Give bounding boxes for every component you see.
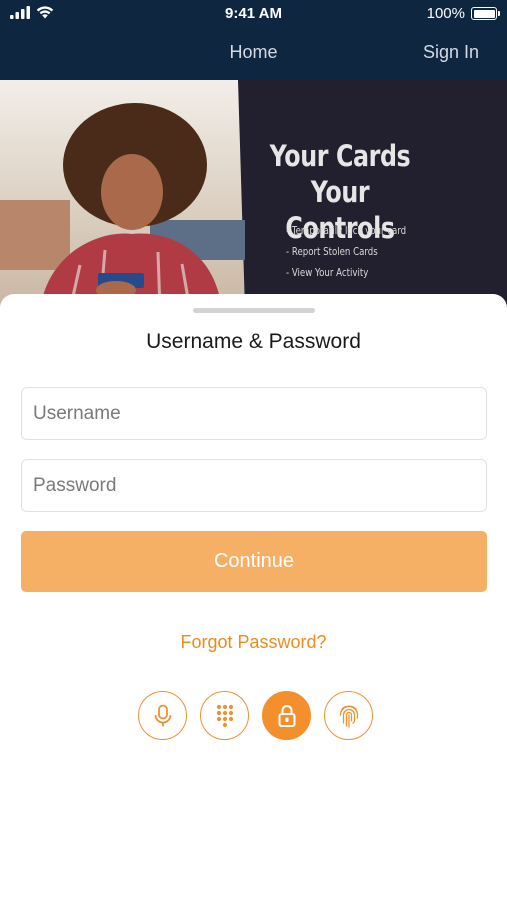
login-title: Username & Password — [146, 330, 361, 353]
status-right: 100% — [426, 5, 500, 22]
feature-item: - Temporarily lock your card — [286, 225, 407, 237]
tagline-line-1: Your Cards — [269, 139, 411, 173]
password-auth-button[interactable] — [262, 691, 311, 740]
battery-icon — [471, 7, 500, 20]
password-field[interactable] — [21, 459, 487, 512]
battery-percent: 100% — [426, 5, 465, 22]
forgot-password-link[interactable]: Forgot Password? — [0, 632, 507, 653]
microphone-icon — [154, 704, 171, 726]
feature-list: - Temporarily lock your card - Report St… — [286, 221, 406, 284]
nav-sign-in[interactable]: Sign In — [423, 42, 479, 63]
banner-photo — [0, 80, 245, 310]
top-bar: 9:41 AM 100% Home Sign In — [0, 0, 507, 80]
status-bar: 9:41 AM 100% — [0, 0, 507, 28]
username-field[interactable] — [21, 387, 487, 440]
feature-item: - Report Stolen Cards — [286, 246, 378, 258]
auth-method-row — [138, 691, 373, 740]
username-input[interactable] — [22, 388, 486, 439]
fingerprint-auth-button[interactable] — [324, 691, 373, 740]
password-input[interactable] — [22, 460, 486, 511]
sheet-grabber[interactable] — [193, 308, 315, 313]
lock-icon — [278, 704, 295, 727]
feature-item: - View Your Activity — [286, 267, 369, 279]
login-sheet: Username & Password Continue Forgot Pass… — [0, 294, 507, 900]
continue-button[interactable]: Continue — [21, 531, 487, 592]
pin-auth-button[interactable] — [200, 691, 249, 740]
keypad-icon — [216, 704, 233, 727]
promo-banner: Your Cards Your Controls - Temporarily l… — [0, 80, 507, 310]
voice-auth-button[interactable] — [138, 691, 187, 740]
fingerprint-icon — [339, 704, 358, 728]
